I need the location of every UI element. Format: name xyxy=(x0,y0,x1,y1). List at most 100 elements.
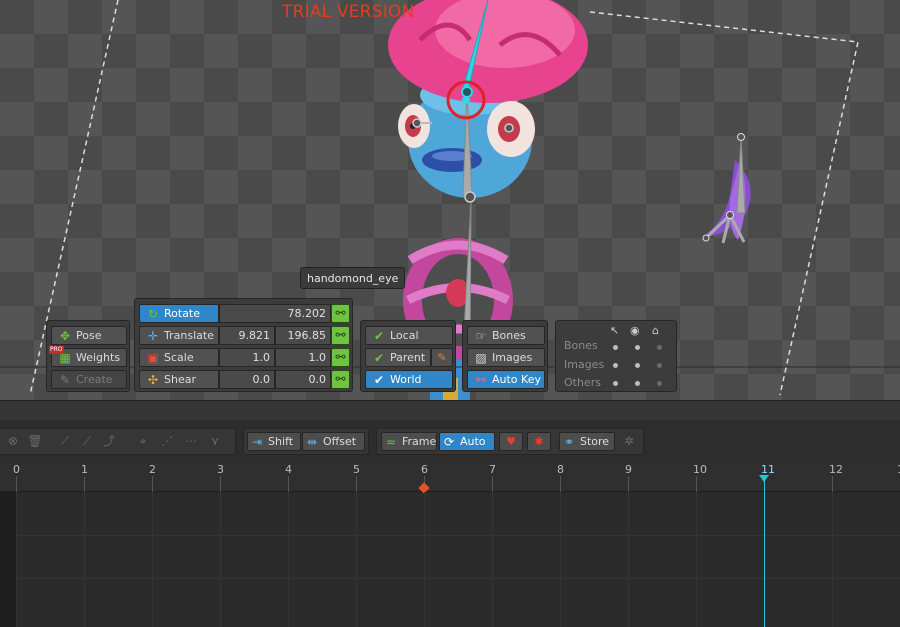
frame-gridline xyxy=(492,492,493,627)
playhead-handle[interactable] xyxy=(759,475,769,482)
frame-tick xyxy=(84,476,85,492)
frame-tick xyxy=(356,476,357,492)
trial-watermark: TRIAL VERSION xyxy=(282,2,415,22)
frame-gridline xyxy=(628,492,629,627)
curve-linear-icon[interactable]: ⟋ xyxy=(55,432,75,451)
select-cursor-icon: ↖ xyxy=(610,324,620,337)
tag-icon: ⌂ xyxy=(652,324,659,337)
track-row-divider xyxy=(16,535,900,536)
frame-tick xyxy=(152,476,153,492)
frame-label: 5 xyxy=(353,463,360,476)
ease-dots-icon[interactable]: ⋯ xyxy=(181,432,201,451)
create-button[interactable]: ✎ Create xyxy=(51,370,127,389)
local-button[interactable]: ✔ Local xyxy=(365,326,453,345)
translate-button[interactable]: ✛ Translate xyxy=(139,326,219,345)
translate-y-field[interactable]: 196.85 xyxy=(275,326,331,345)
parent-axis-icon: ✔ xyxy=(373,351,385,365)
shear-y-field[interactable]: 0.0 xyxy=(275,370,331,389)
others-names-toggle[interactable] xyxy=(657,381,662,386)
visibility-row-images: Images xyxy=(564,358,605,371)
parent-button[interactable]: ✔ Parent xyxy=(365,348,431,367)
scale-x-field[interactable]: 1.0 xyxy=(219,348,275,367)
world-button[interactable]: ✔ World xyxy=(365,370,453,389)
frame-gridline xyxy=(220,492,221,627)
character-head xyxy=(388,0,588,198)
bones-names-toggle[interactable] xyxy=(657,345,662,350)
frame-gridline xyxy=(152,492,153,627)
shear-icon: ✣ xyxy=(147,373,159,387)
frame-gridline xyxy=(288,492,289,627)
shift-button[interactable]: ⇥ Shift xyxy=(247,432,301,451)
viewport-bottom-bar xyxy=(0,400,900,420)
shear-key-button[interactable]: ⚯ xyxy=(331,370,350,389)
images-select-toggle[interactable] xyxy=(613,363,618,368)
others-visible-toggle[interactable] xyxy=(635,381,640,386)
curve-stepped-icon[interactable]: ⟋ xyxy=(77,432,97,451)
ease-in-icon[interactable]: ⋰ xyxy=(157,432,177,451)
bones-visible-toggle[interactable] xyxy=(635,345,640,350)
frame-label: 4 xyxy=(285,463,292,476)
trash-icon[interactable]: 🗑 xyxy=(25,432,45,451)
scale-button[interactable]: ▣ Scale xyxy=(139,348,219,367)
ease-out-icon[interactable]: ⋎ xyxy=(205,432,225,451)
curve-custom-icon[interactable]: ⌖ xyxy=(133,432,153,451)
bones-select-toggle[interactable] xyxy=(613,345,618,350)
mode-panel: ✥ Pose ▦ Weights PRO ✎ Create xyxy=(46,320,130,392)
playhead[interactable] xyxy=(764,476,765,627)
offset-button[interactable]: ⇹ Offset xyxy=(302,432,365,451)
pro-badge: PRO xyxy=(49,346,64,354)
images-visible-toggle[interactable] xyxy=(635,363,640,368)
key-tools-group: ⊗ 🗑 ⟋ ⟋ ⤴ ⌖ ⋰ ⋯ ⋎ xyxy=(0,428,236,455)
show-panel: ☞ Bones ▨ Images ⚯ Auto Key xyxy=(462,320,548,392)
rotate-value-field[interactable]: 78.202 xyxy=(219,304,331,323)
frame-label: 12 xyxy=(829,463,843,476)
pose-button[interactable]: ✥ Pose xyxy=(51,326,127,345)
scale-icon: ▣ xyxy=(147,351,159,365)
visibility-row-bones: Bones xyxy=(564,339,598,352)
frame-tick xyxy=(696,476,697,492)
rotate-icon: ↻ xyxy=(147,307,159,321)
frame-label: 2 xyxy=(149,463,156,476)
shear-x-field[interactable]: 0.0 xyxy=(219,370,275,389)
rotate-key-button[interactable]: ⚯ xyxy=(331,304,350,323)
local-axis-icon: ✔ xyxy=(373,329,385,343)
bone-name-tooltip: handomond_eye xyxy=(300,267,406,289)
auto-key-button[interactable]: ⚯ Auto Key xyxy=(467,370,545,389)
frame-tick xyxy=(16,476,17,492)
pick-parent-button[interactable]: ✎ xyxy=(431,348,453,367)
frame-gridline xyxy=(16,492,17,627)
bones-icon: ☞ xyxy=(475,329,487,343)
key-heart-button[interactable]: ♥ xyxy=(499,432,523,451)
store-button[interactable]: ⚭ Store xyxy=(559,432,615,451)
frame-label: 7 xyxy=(489,463,496,476)
auto-button[interactable]: ⟳ Auto xyxy=(439,432,495,451)
track-row-divider xyxy=(16,578,900,579)
frame-gridline xyxy=(696,492,697,627)
frame-label: 9 xyxy=(625,463,632,476)
frame-tick xyxy=(628,476,629,492)
curve-bezier-icon[interactable]: ⤴ xyxy=(99,432,119,451)
scale-y-field[interactable]: 1.0 xyxy=(275,348,331,367)
translate-key-button[interactable]: ⚯ xyxy=(331,326,350,345)
timeline[interactable]: 012345678910111213 xyxy=(0,462,900,627)
pose-icon: ✥ xyxy=(59,329,71,343)
eye-icon: ◉ xyxy=(630,324,640,337)
shift-offset-group: ⇥ Shift ⇹ Offset xyxy=(243,428,369,455)
others-select-toggle[interactable] xyxy=(613,381,618,386)
bones-button[interactable]: ☞ Bones xyxy=(467,326,545,345)
create-icon: ✎ xyxy=(59,373,71,387)
clear-stored-icon[interactable]: ✲ xyxy=(619,432,639,451)
key-settings-button[interactable]: ✱ xyxy=(527,432,551,451)
frame-gridline xyxy=(424,492,425,627)
shear-button[interactable]: ✣ Shear xyxy=(139,370,219,389)
visibility-panel: ↖ ◉ ⌂ Bones Images Others xyxy=(555,320,677,392)
images-button[interactable]: ▨ Images xyxy=(467,348,545,367)
rotate-button[interactable]: ↻ Rotate xyxy=(139,304,219,323)
scale-key-button[interactable]: ⚯ xyxy=(331,348,350,367)
images-names-toggle[interactable] xyxy=(657,363,662,368)
translate-icon: ✛ xyxy=(147,329,159,343)
translate-x-field[interactable]: 9.821 xyxy=(219,326,275,345)
timeline-key-column xyxy=(0,492,16,627)
delete-key-icon[interactable]: ⊗ xyxy=(3,432,23,451)
frame-button[interactable]: ≈ Frame xyxy=(381,432,437,451)
